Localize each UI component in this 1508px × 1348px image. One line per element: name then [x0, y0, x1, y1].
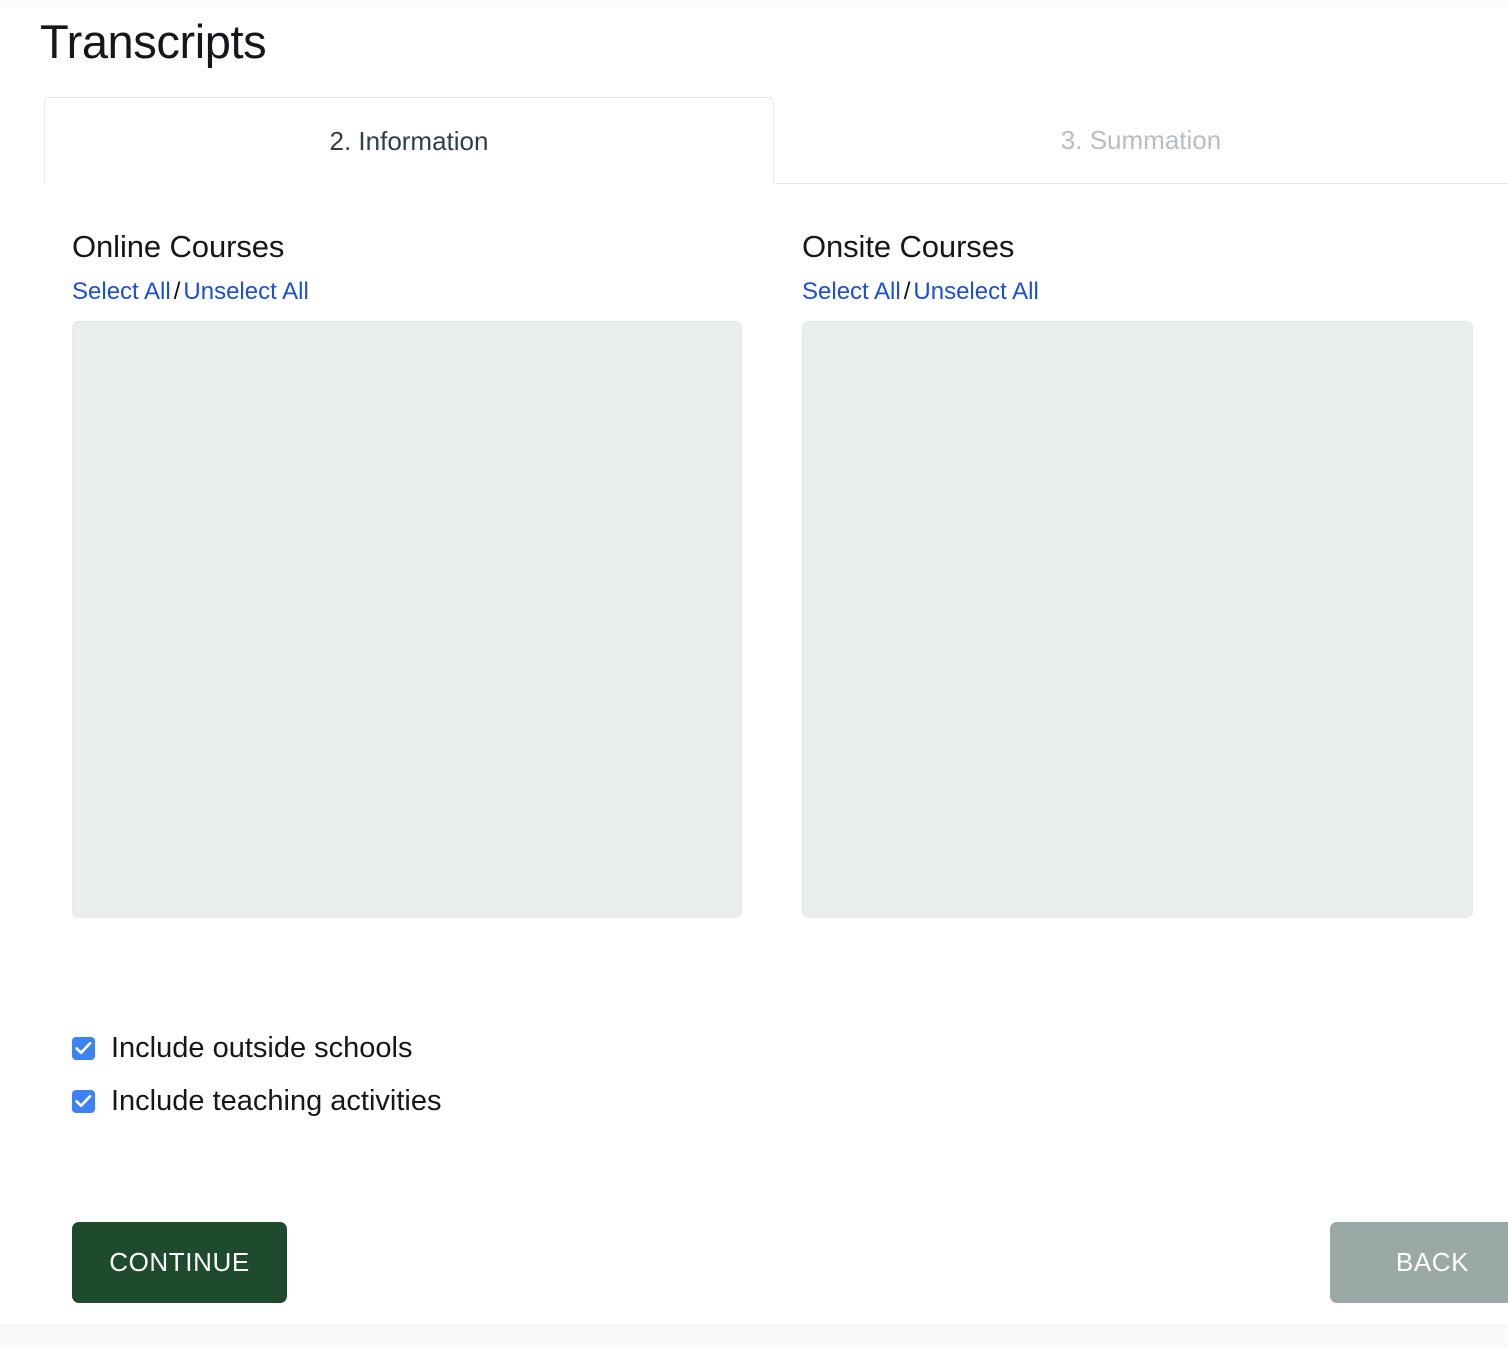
onsite-select-links: Select All / Unselect All	[802, 278, 1473, 307]
checkbox-row-outside-schools[interactable]: Include outside schools	[72, 1030, 772, 1067]
onsite-select-all-link[interactable]: Select All	[802, 278, 901, 305]
online-courses-column: Online Courses Select All / Unselect All	[72, 228, 742, 918]
online-select-links: Select All / Unselect All	[72, 278, 742, 307]
online-courses-listbox[interactable]	[72, 320, 742, 918]
tab-information-label: 2. Information	[329, 125, 489, 156]
tab-summation-label: 3. Summation	[1060, 124, 1222, 155]
checkbox-row-teaching-activities[interactable]: Include teaching activities	[72, 1083, 772, 1120]
checkbox-label-outside-schools: Include outside schools	[111, 1032, 413, 1064]
onsite-courses-listbox[interactable]	[802, 320, 1473, 918]
back-button[interactable]: BACK	[1330, 1222, 1508, 1303]
onsite-unselect-all-link[interactable]: Unselect All	[913, 278, 1038, 305]
online-courses-heading: Online Courses	[72, 229, 285, 264]
onsite-courses-heading: Onsite Courses	[802, 229, 1015, 264]
tab-bar: 2. Information 3. Summation	[0, 97, 1508, 185]
checkbox-checked-icon[interactable]	[72, 1037, 95, 1060]
online-links-separator: /	[173, 277, 181, 305]
onsite-links-separator: /	[903, 277, 911, 305]
bottom-edge-strip	[0, 1325, 1508, 1348]
checkbox-label-teaching-activities: Include teaching activities	[111, 1085, 442, 1117]
online-select-all-link[interactable]: Select All	[72, 278, 171, 305]
tab-summation[interactable]: 3. Summation	[774, 97, 1508, 184]
page-title: Transcripts	[40, 15, 267, 68]
tab-information[interactable]: 2. Information	[44, 97, 774, 184]
options-checkbox-group: Include outside schools Include teaching…	[72, 1030, 772, 1120]
top-edge-strip	[0, 0, 1508, 7]
onsite-courses-column: Onsite Courses Select All / Unselect All	[802, 228, 1473, 918]
continue-button[interactable]: CONTINUE	[72, 1222, 287, 1303]
online-unselect-all-link[interactable]: Unselect All	[183, 278, 308, 305]
checkbox-checked-icon[interactable]	[72, 1090, 95, 1113]
